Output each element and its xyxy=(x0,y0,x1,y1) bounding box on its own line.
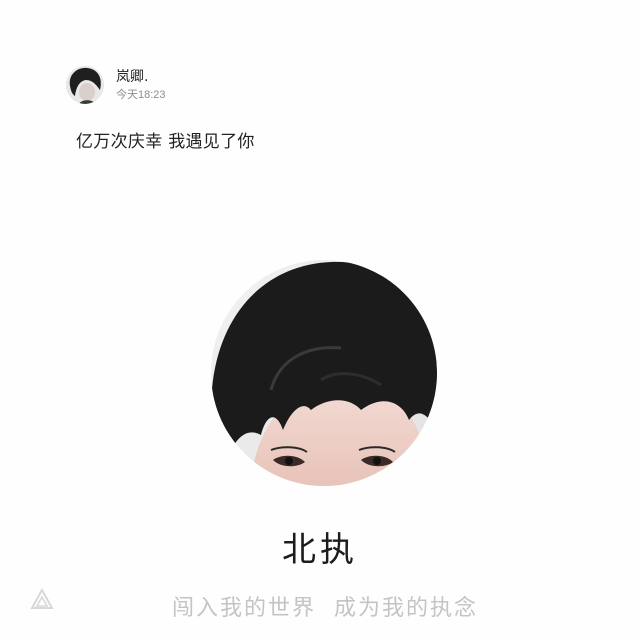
author-name[interactable]: 岚卿. xyxy=(116,68,166,86)
author-meta: 岚卿. 今天18:23 xyxy=(116,68,166,103)
post-time: 今天18:23 xyxy=(116,88,166,101)
post-text: 亿万次庆幸 我遇见了你 xyxy=(76,132,255,152)
portrait-photo-icon xyxy=(211,260,437,486)
portrait-avatar-icon xyxy=(66,66,104,104)
screen: 岚卿. 今天18:23 亿万次庆幸 我遇见了你 北执 闯入我的世界 成为我的执念 xyxy=(0,0,640,640)
profile-bio: 闯入我的世界 成为我的执念 xyxy=(172,596,478,621)
post-header: 岚卿. 今天18:23 xyxy=(66,66,166,104)
profile-name: 北执 xyxy=(282,530,358,570)
triangle-logo-icon xyxy=(30,587,54,610)
profile-avatar[interactable] xyxy=(211,260,437,486)
author-avatar[interactable] xyxy=(66,66,104,104)
